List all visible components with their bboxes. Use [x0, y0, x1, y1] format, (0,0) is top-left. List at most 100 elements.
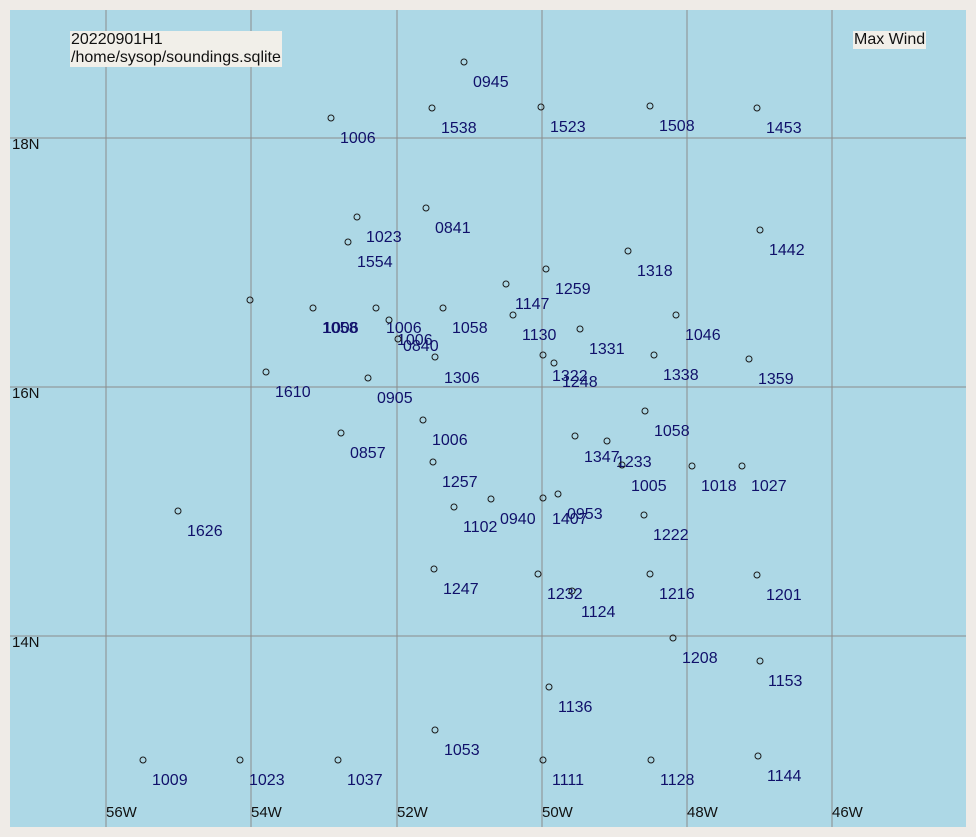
station-marker-icon — [745, 355, 753, 363]
station-value-label: 1626 — [187, 523, 223, 540]
station-value-label: 1102 — [463, 519, 498, 536]
station[interactable]: 0905 — [364, 374, 413, 407]
station[interactable]: 1111 — [539, 756, 584, 789]
station-marker-icon — [327, 114, 335, 122]
station-marker-icon — [502, 280, 510, 288]
station-value-label: 0841 — [435, 220, 471, 237]
station[interactable]: 1058 — [439, 304, 488, 337]
station[interactable]: 1046 — [672, 311, 721, 344]
station[interactable]: 1136 — [545, 683, 593, 716]
station[interactable]: 1023 — [353, 213, 402, 246]
station-value-label: 0857 — [350, 445, 386, 462]
station[interactable]: 1037 — [334, 756, 383, 789]
station-value-label: 1247 — [443, 581, 479, 598]
station[interactable]: 1006 — [419, 416, 468, 449]
station[interactable]: 1216 — [646, 570, 695, 603]
station[interactable]: 1201 — [753, 571, 802, 604]
station[interactable]: 1247 — [430, 565, 479, 598]
station[interactable]: 1018 — [688, 462, 737, 495]
station[interactable]: 1257 — [429, 458, 478, 491]
station-value-label: 1111 — [552, 772, 584, 789]
station[interactable]: 1130 — [509, 311, 557, 344]
station-marker-icon — [672, 311, 680, 319]
station-marker-icon — [738, 462, 746, 470]
map-canvas: 56W 54W 52W 50W 48W 46W 18N 16N 14N 0945 1006 1538… — [10, 10, 966, 827]
station-value-label: 1208 — [682, 650, 718, 667]
station-value-label: 1318 — [637, 263, 673, 280]
station[interactable]: 1318 — [624, 247, 673, 280]
station-marker-icon — [624, 247, 632, 255]
station-value-label: 1610 — [275, 384, 311, 401]
station[interactable]: 0945 — [460, 58, 509, 91]
station[interactable]: 1442 — [756, 226, 805, 259]
station[interactable]: 1347 — [571, 432, 620, 466]
field-label-box: Max Wind — [853, 31, 927, 49]
longitude-label: 48W — [687, 804, 719, 821]
station[interactable]: 1144 — [754, 752, 802, 785]
station-marker-icon — [487, 495, 495, 503]
station[interactable]: 1058 — [641, 407, 690, 440]
station-value-label: 0940 — [500, 511, 536, 528]
station[interactable]: 1453 — [753, 104, 802, 137]
station[interactable]: 1259 — [542, 265, 591, 298]
station[interactable]: 0841 — [422, 204, 471, 237]
station-value-label: 1331 — [589, 341, 625, 358]
station[interactable]: 1306 — [431, 353, 480, 387]
station-value-label: 1023 — [249, 772, 285, 789]
longitude-label: 54W — [251, 804, 283, 821]
station-marker-icon — [646, 102, 654, 110]
station-value-label: 1018 — [701, 478, 737, 495]
station-marker-icon — [756, 226, 764, 234]
station-value-label: 1027 — [751, 478, 787, 495]
station[interactable]: 1006 — [246, 296, 359, 337]
station[interactable]: 1610 — [262, 368, 311, 401]
station-marker-icon — [688, 462, 696, 470]
station[interactable]: 1128 — [647, 756, 695, 789]
station[interactable]: 1009 — [139, 756, 188, 789]
station-value-label: 1005 — [631, 478, 667, 495]
station[interactable]: 1359 — [745, 355, 794, 388]
station-value-label: 1053 — [444, 742, 480, 759]
station-value-label: 1306 — [444, 370, 480, 387]
station-value-label: 1257 — [442, 474, 478, 491]
station-value-label: 1554 — [357, 254, 393, 271]
station-marker-icon — [646, 570, 654, 578]
station[interactable]: 1331 — [576, 325, 625, 358]
station-marker-icon — [545, 683, 553, 691]
station-marker-icon — [428, 104, 436, 112]
station-marker-icon — [372, 304, 380, 312]
map-panel: 56W 54W 52W 50W 48W 46W 18N 16N 14N 0945 1006 1538… — [10, 10, 966, 827]
station-marker-icon — [139, 756, 147, 764]
station[interactable]: 1153 — [756, 657, 803, 690]
station-marker-icon — [647, 756, 655, 764]
station[interactable]: 0857 — [337, 429, 386, 462]
station-marker-icon — [337, 429, 345, 437]
station[interactable]: 1023 — [236, 756, 285, 789]
graticule — [10, 10, 966, 827]
station-value-label: 1046 — [685, 327, 721, 344]
station-value-label: 1248 — [562, 374, 598, 391]
station-marker-icon — [641, 407, 649, 415]
station-value-label: 1201 — [766, 587, 802, 604]
station-marker-icon — [460, 58, 468, 66]
station[interactable]: 1222 — [640, 511, 689, 544]
station-value-label: 1259 — [555, 281, 591, 298]
station-marker-icon — [539, 756, 547, 764]
station[interactable]: 1338 — [650, 351, 699, 384]
station[interactable]: 1626 — [174, 507, 223, 540]
station[interactable]: 1523 — [537, 103, 586, 136]
station[interactable]: 1006 — [327, 114, 376, 147]
station-marker-icon — [539, 494, 547, 502]
station[interactable]: 1027 — [738, 462, 787, 495]
longitude-label: 52W — [397, 804, 429, 821]
station[interactable]: 1102 — [450, 503, 498, 536]
station[interactable]: 1508 — [646, 102, 695, 135]
station[interactable]: 1208 — [669, 634, 718, 667]
station[interactable]: 1538 — [428, 104, 477, 137]
station-marker-icon — [429, 458, 437, 466]
station-marker-icon — [334, 756, 342, 764]
station[interactable]: 1147 — [502, 280, 550, 313]
latitude-label: 14N — [12, 634, 40, 651]
station[interactable]: 1053 — [431, 726, 480, 759]
station-value-label: 1216 — [659, 586, 695, 603]
